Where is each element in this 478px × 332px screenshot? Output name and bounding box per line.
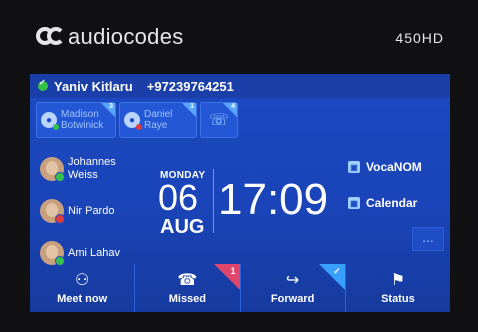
contact-nir-pardo[interactable]: Nir Pardo bbox=[40, 190, 150, 232]
contact-johannes-weiss[interactable]: Johannes Weiss bbox=[40, 148, 150, 190]
favorite-madison-botwinick[interactable]: ● Madison Botwinick 3 bbox=[36, 102, 116, 138]
presence-icon bbox=[38, 78, 48, 91]
day-number: 06 bbox=[158, 177, 199, 218]
phone-bezel: audiocodes 450HD Yaniv Kitlaru +97239764… bbox=[0, 0, 478, 332]
forward-button[interactable]: ↪ Forward ✓ bbox=[239, 264, 345, 312]
month: AUG bbox=[160, 216, 205, 238]
missed-badge bbox=[213, 264, 240, 290]
calendar-button[interactable]: ▦ Calendar bbox=[348, 190, 444, 216]
calendar-icon: ▦ bbox=[348, 197, 360, 209]
forward-badge bbox=[318, 264, 345, 290]
favorites-row: ● Madison Botwinick 3 ● Daniel Raye 1 ☏ … bbox=[36, 102, 238, 138]
contact-line1: Johannes bbox=[68, 156, 116, 168]
favorite-line2: Botwinick bbox=[61, 120, 104, 131]
contact-photo bbox=[40, 241, 65, 266]
status-label: Status bbox=[381, 292, 415, 305]
model-name: 450HD bbox=[395, 30, 444, 46]
user-name: Yaniv Kitlaru bbox=[54, 78, 133, 94]
favorite-count: 4 bbox=[231, 103, 235, 110]
missed-count: 1 bbox=[230, 266, 236, 276]
contact-line1: Nir Pardo bbox=[68, 204, 115, 217]
audiocodes-logo: audiocodes bbox=[36, 24, 184, 50]
vocanom-button[interactable]: ▣ VocaNOM bbox=[348, 154, 444, 180]
voicemail-icon: ▣ bbox=[348, 161, 360, 173]
meet-now-label: Meet now bbox=[57, 292, 108, 305]
favorite-count: 1 bbox=[190, 103, 194, 110]
user-bar[interactable]: Yaniv Kitlaru +97239764251 bbox=[30, 74, 450, 98]
avatar-icon: ● bbox=[41, 112, 59, 130]
missed-label: Missed bbox=[168, 292, 207, 305]
favorite-line1: Madison bbox=[61, 109, 99, 120]
avatar-icon: ● bbox=[124, 112, 142, 130]
clock-divider bbox=[213, 169, 214, 233]
contacts-list: Johannes Weiss Nir Pardo Ami Lahav bbox=[40, 148, 150, 274]
contact-line2: Weiss bbox=[68, 169, 98, 181]
time: 17:09 bbox=[218, 175, 329, 224]
status-button[interactable]: ⚑ Status bbox=[344, 264, 450, 312]
phone-screen: Yaniv Kitlaru +97239764251 ● Madison Bot… bbox=[30, 74, 450, 312]
meet-now-button[interactable]: ⚇ Meet now bbox=[30, 264, 134, 312]
more-button[interactable]: ... bbox=[412, 227, 444, 251]
forward-label: Forward bbox=[270, 292, 315, 305]
contact-photo bbox=[40, 157, 65, 182]
audiocodes-logo-icon bbox=[36, 25, 66, 49]
softkey-bar: ⚇ Meet now ☎ Missed 1 ↪ Forward ✓ ⚑ Stat… bbox=[30, 264, 450, 312]
brand-name: audiocodes bbox=[68, 24, 184, 49]
vocanom-label: VocaNOM bbox=[366, 160, 422, 174]
missed-calls-icon: ☎ bbox=[177, 271, 198, 289]
favorite-daniel-raye[interactable]: ● Daniel Raye 1 bbox=[119, 102, 197, 138]
favorite-phone[interactable]: ☏ 4 bbox=[200, 102, 238, 138]
favorite-count: 3 bbox=[109, 103, 113, 110]
meet-now-icon: ⚇ bbox=[74, 271, 90, 289]
favorite-line2: Raye bbox=[144, 120, 168, 131]
missed-button[interactable]: ☎ Missed 1 bbox=[134, 264, 240, 312]
calendar-label: Calendar bbox=[366, 196, 418, 210]
contact-photo bbox=[40, 199, 65, 224]
forward-check: ✓ bbox=[333, 266, 341, 276]
user-number: +97239764251 bbox=[146, 78, 234, 94]
forward-icon: ↪ bbox=[285, 271, 300, 289]
favorite-line1: Daniel bbox=[144, 109, 173, 120]
contact-line1: Ami Lahav bbox=[68, 246, 120, 259]
flag-icon: ⚑ bbox=[390, 271, 406, 289]
